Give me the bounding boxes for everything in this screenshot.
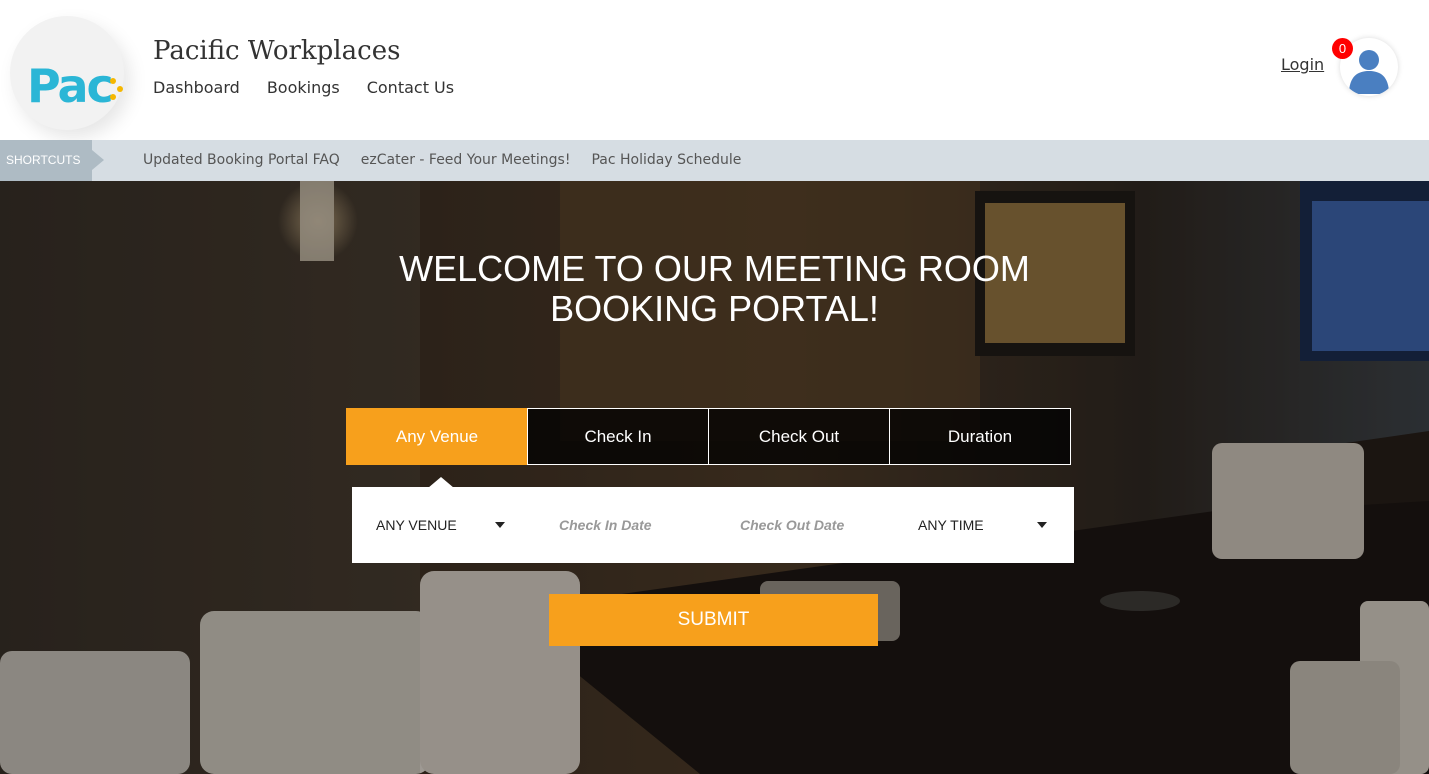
booking-tabs: Any Venue Check In Check Out Duration: [346, 408, 1071, 465]
hero-title-line-1: WELCOME TO OUR MEETING ROOM: [399, 248, 1030, 289]
shortcut-faq[interactable]: Updated Booking Portal FAQ: [143, 152, 340, 168]
site-header: Pac Pacific Workplaces Dashboard Booking…: [0, 0, 1429, 140]
shortcuts-label: SHORTCUTS: [0, 140, 92, 181]
check-in-placeholder: Check In Date: [559, 517, 652, 533]
cart-count-badge: 0: [1332, 38, 1353, 59]
duration-select[interactable]: ANY TIME: [918, 487, 1048, 563]
hero-title-line-2: BOOKING PORTAL!: [550, 288, 879, 329]
logo-text: Pac: [27, 59, 114, 113]
booking-form: ANY VENUE Check In Date Check Out Date A…: [352, 487, 1074, 563]
shortcut-links: Updated Booking Portal FAQ ezCater - Fee…: [143, 152, 741, 168]
submit-button[interactable]: SUBMIT: [549, 594, 878, 646]
caret-down-icon[interactable]: [495, 522, 505, 528]
check-out-date-input[interactable]: Check Out Date: [740, 487, 890, 563]
tab-check-out[interactable]: Check Out: [708, 408, 890, 465]
logo[interactable]: Pac: [10, 16, 124, 130]
login-link[interactable]: Login: [1281, 55, 1324, 74]
venue-select-value: ANY VENUE: [376, 517, 457, 533]
shortcut-ezcater[interactable]: ezCater - Feed Your Meetings!: [361, 152, 571, 168]
check-out-placeholder: Check Out Date: [740, 517, 845, 533]
shortcuts-bar: SHORTCUTS Updated Booking Portal FAQ ezC…: [0, 140, 1429, 181]
nav-contact-us[interactable]: Contact Us: [367, 78, 454, 97]
tab-duration[interactable]: Duration: [889, 408, 1071, 465]
nav-dashboard[interactable]: Dashboard: [153, 78, 240, 97]
caret-down-icon[interactable]: [1037, 522, 1047, 528]
shortcuts-arrow-icon: [92, 150, 104, 170]
brand-name[interactable]: Pacific Workplaces: [153, 36, 400, 66]
hero-title: WELCOME TO OUR MEETING ROOM BOOKING PORT…: [0, 249, 1429, 329]
tab-any-venue[interactable]: Any Venue: [346, 408, 528, 465]
hero-section: WELCOME TO OUR MEETING ROOM BOOKING PORT…: [0, 181, 1429, 774]
check-in-date-input[interactable]: Check In Date: [559, 487, 709, 563]
logo-dots-icon: [110, 78, 124, 100]
tab-check-in[interactable]: Check In: [527, 408, 709, 465]
nav-bookings[interactable]: Bookings: [267, 78, 340, 97]
duration-select-value: ANY TIME: [918, 517, 984, 533]
main-nav: Dashboard Bookings Contact Us: [153, 78, 454, 97]
shortcut-holiday-schedule[interactable]: Pac Holiday Schedule: [591, 152, 741, 168]
